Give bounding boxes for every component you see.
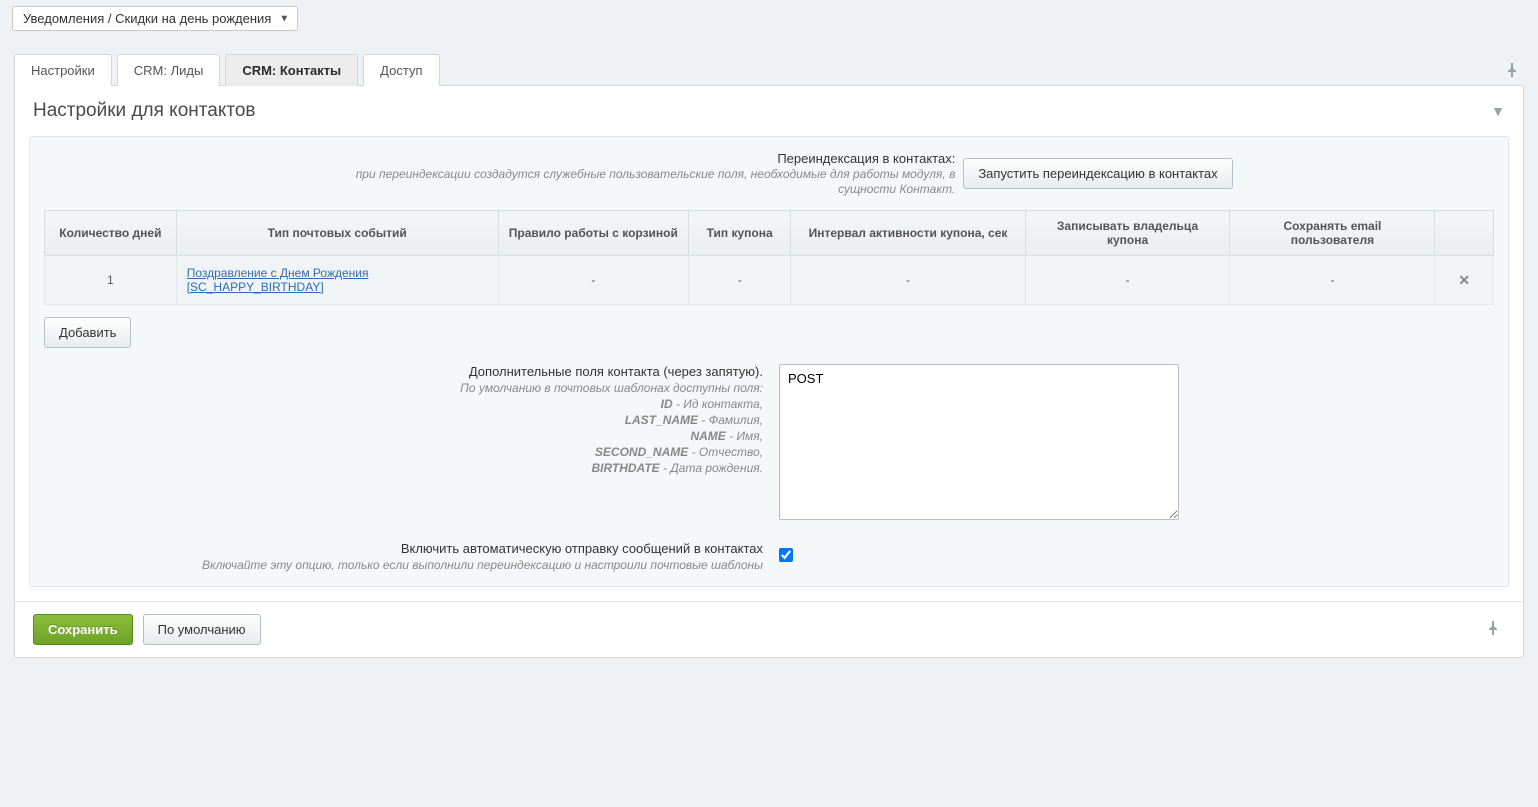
th-coupon-interval: Интервал активности купона, сек: [791, 211, 1025, 256]
event-type-link[interactable]: Поздравление с Днем Рождения [SC_HAPPY_B…: [187, 266, 369, 294]
breadcrumb-select-value: Уведомления / Скидки на день рождения: [23, 11, 271, 26]
delete-row-icon[interactable]: ✕: [1458, 272, 1470, 288]
breadcrumb-select[interactable]: Уведомления / Скидки на день рождения ▼: [12, 6, 298, 31]
tab-access[interactable]: Доступ: [363, 54, 439, 86]
cell-basket-rule: -: [498, 256, 688, 305]
events-table: Количество дней Тип почтовых событий Пра…: [44, 210, 1494, 305]
collapse-icon[interactable]: ▼: [1491, 103, 1505, 119]
auto-send-checkbox[interactable]: [779, 548, 793, 562]
extra-fields-hint-intro: По умолчанию в почтовых шаблонах доступн…: [44, 381, 763, 395]
th-basket-rule: Правило работы с корзиной: [498, 211, 688, 256]
settings-box: Переиндексация в контактах: при переинде…: [29, 136, 1509, 587]
reindex-label: Переиндексация в контактах:: [777, 151, 955, 166]
th-days: Количество дней: [45, 211, 177, 256]
pin-footer-icon[interactable]: [1481, 617, 1505, 643]
th-save-owner: Записывать владельца купона: [1025, 211, 1230, 256]
auto-send-hint: Включайте эту опцию, только если выполни…: [44, 558, 763, 572]
tabs-row: Настройки CRM: Лиды CRM: Контакты Доступ: [0, 53, 1538, 85]
cell-save-owner: -: [1025, 256, 1230, 305]
default-button[interactable]: По умолчанию: [143, 614, 261, 645]
th-coupon-type: Тип купона: [688, 211, 790, 256]
th-save-email: Сохранять email пользователя: [1230, 211, 1435, 256]
table-row: 1 Поздравление с Днем Рождения [SC_HAPPY…: [45, 256, 1494, 305]
th-actions: [1435, 211, 1494, 256]
tab-crm-contacts[interactable]: CRM: Контакты: [225, 54, 358, 86]
save-button[interactable]: Сохранить: [33, 614, 133, 645]
reindex-note: при переиндексации создадутся служебные …: [356, 167, 956, 196]
auto-send-label: Включить автоматическую отправку сообщен…: [401, 541, 763, 556]
add-button[interactable]: Добавить: [44, 317, 131, 348]
page-title: Настройки для контактов: [33, 100, 256, 122]
tab-settings[interactable]: Настройки: [14, 54, 112, 86]
pin-icon[interactable]: [1500, 59, 1524, 85]
cell-coupon-type: -: [688, 256, 790, 305]
tab-crm-leads[interactable]: CRM: Лиды: [117, 54, 221, 86]
cell-days: 1: [45, 256, 177, 305]
reindex-button[interactable]: Запустить переиндексацию в контактах: [963, 158, 1232, 189]
cell-coupon-interval: -: [791, 256, 1025, 305]
th-event-type: Тип почтовых событий: [176, 211, 498, 256]
chevron-down-icon: ▼: [279, 13, 289, 24]
cell-save-email: -: [1230, 256, 1435, 305]
main-panel: Настройки для контактов ▼ Переиндексация…: [14, 85, 1524, 658]
extra-fields-label: Дополнительные поля контакта (через запя…: [469, 364, 763, 379]
extra-fields-textarea[interactable]: [779, 364, 1179, 520]
